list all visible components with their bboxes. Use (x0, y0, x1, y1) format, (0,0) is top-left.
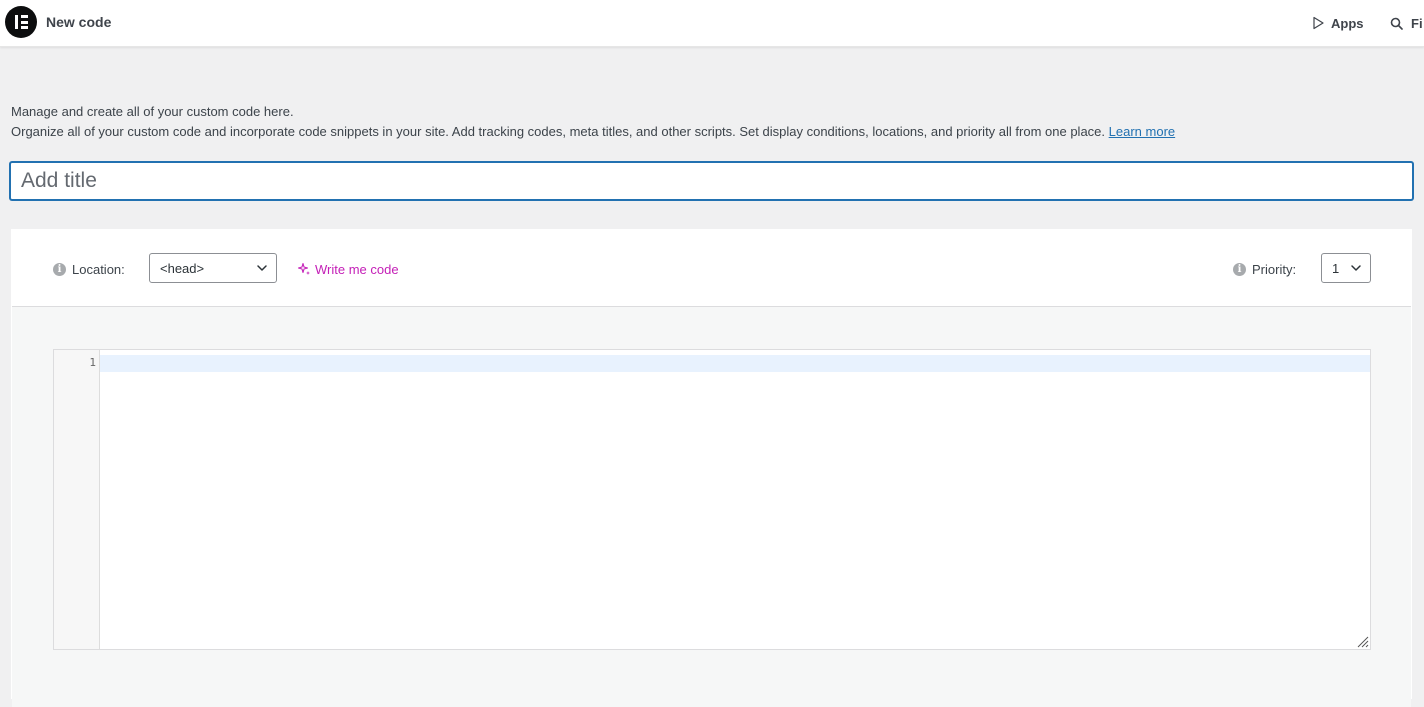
location-label: Location: (72, 261, 125, 277)
top-bar: New code Apps Fi (0, 0, 1424, 47)
intro-line-1: Manage and create all of your custom cod… (11, 104, 294, 119)
intro-line-2-text: Organize all of your custom code and inc… (11, 124, 1106, 139)
panel-header: i Location: <head> Write me code i Prior… (12, 230, 1411, 307)
resize-handle-icon[interactable] (1355, 634, 1369, 648)
priority-value: 1 (1332, 260, 1340, 276)
learn-more-link[interactable]: Learn more (1109, 124, 1175, 139)
active-line[interactable] (100, 355, 1370, 372)
priority-group: i Priority: (1233, 261, 1296, 277)
code-editor[interactable]: 1 (53, 349, 1371, 650)
apps-label: Apps (1331, 15, 1364, 31)
page-title: New code (46, 14, 112, 30)
find-label: Fi (1411, 15, 1423, 31)
title-input[interactable] (10, 162, 1413, 200)
location-select[interactable]: <head> (149, 253, 277, 283)
priority-label: Priority: (1252, 261, 1297, 277)
elementor-logo-icon[interactable] (5, 6, 37, 38)
editor-gutter: 1 (54, 350, 100, 649)
apps-button[interactable]: Apps (1311, 14, 1364, 32)
write-me-code-button[interactable]: Write me code (297, 261, 399, 277)
info-icon[interactable]: i (53, 262, 66, 276)
search-icon (1390, 17, 1403, 30)
line-number: 1 (89, 356, 96, 369)
location-group: i Location: (53, 261, 125, 277)
ai-sparkle-icon (297, 262, 310, 275)
write-me-code-label: Write me code (315, 261, 399, 277)
location-value: <head> (160, 260, 205, 276)
code-settings-panel: i Location: <head> Write me code i Prior… (11, 229, 1412, 707)
find-button[interactable]: Fi (1390, 14, 1423, 32)
chevron-down-icon (257, 265, 267, 271)
priority-select[interactable]: 1 (1321, 253, 1371, 283)
info-icon[interactable]: i (1233, 262, 1246, 276)
intro-description: Manage and create all of your custom cod… (11, 102, 1411, 142)
intro-line-2: Organize all of your custom code and inc… (11, 122, 1411, 142)
play-outline-icon (1313, 16, 1324, 30)
chevron-down-icon (1351, 265, 1361, 271)
